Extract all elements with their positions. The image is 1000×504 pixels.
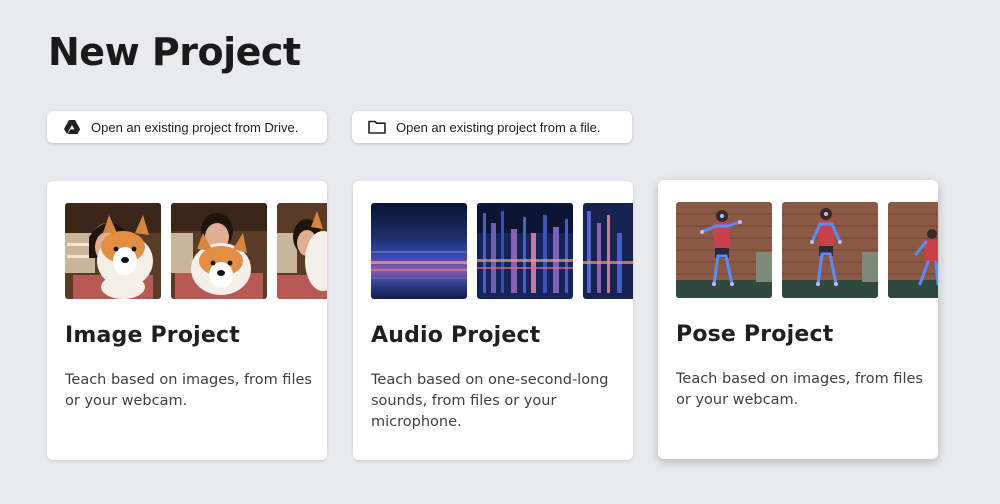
audio-project-card[interactable]: Audio Project Teach based on one-second-… <box>353 181 633 460</box>
spectrogram-image <box>477 203 573 299</box>
card-description: Teach based on images, from files or you… <box>65 372 312 409</box>
open-from-drive-label: Open an existing project from Drive. <box>91 119 299 135</box>
google-drive-icon <box>63 119 81 135</box>
page-title: New Project <box>48 30 301 74</box>
pose-project-card[interactable]: Pose Project Teach based on images, from… <box>658 180 938 459</box>
new-project-page: New Project Open an existing project fro… <box>0 0 1000 504</box>
pose-sample-image <box>676 202 772 298</box>
card-title: Pose Project <box>676 322 834 347</box>
image-project-card[interactable]: Image Project Teach based on images, fro… <box>47 181 327 460</box>
pose-sample-image <box>888 202 938 298</box>
spectrogram-image <box>371 203 467 299</box>
webcam-sample-image <box>277 203 327 299</box>
webcam-sample-image <box>65 203 161 299</box>
image-project-thumbnails <box>65 203 327 300</box>
pose-project-thumbnails <box>676 202 938 299</box>
open-from-file-label: Open an existing project from a file. <box>396 119 601 135</box>
spectrogram-image <box>583 203 633 299</box>
folder-icon <box>368 119 386 135</box>
card-title: Audio Project <box>371 323 541 348</box>
card-title: Image Project <box>65 323 240 348</box>
card-description: Teach based on one-second-long sounds, f… <box>371 372 609 430</box>
webcam-sample-image <box>171 203 267 299</box>
audio-project-thumbnails <box>371 203 633 300</box>
pose-sample-image <box>782 202 878 298</box>
open-from-file-button[interactable]: Open an existing project from a file. <box>352 111 632 143</box>
card-description: Teach based on images, from files or you… <box>676 371 923 408</box>
open-from-drive-button[interactable]: Open an existing project from Drive. <box>47 111 327 143</box>
